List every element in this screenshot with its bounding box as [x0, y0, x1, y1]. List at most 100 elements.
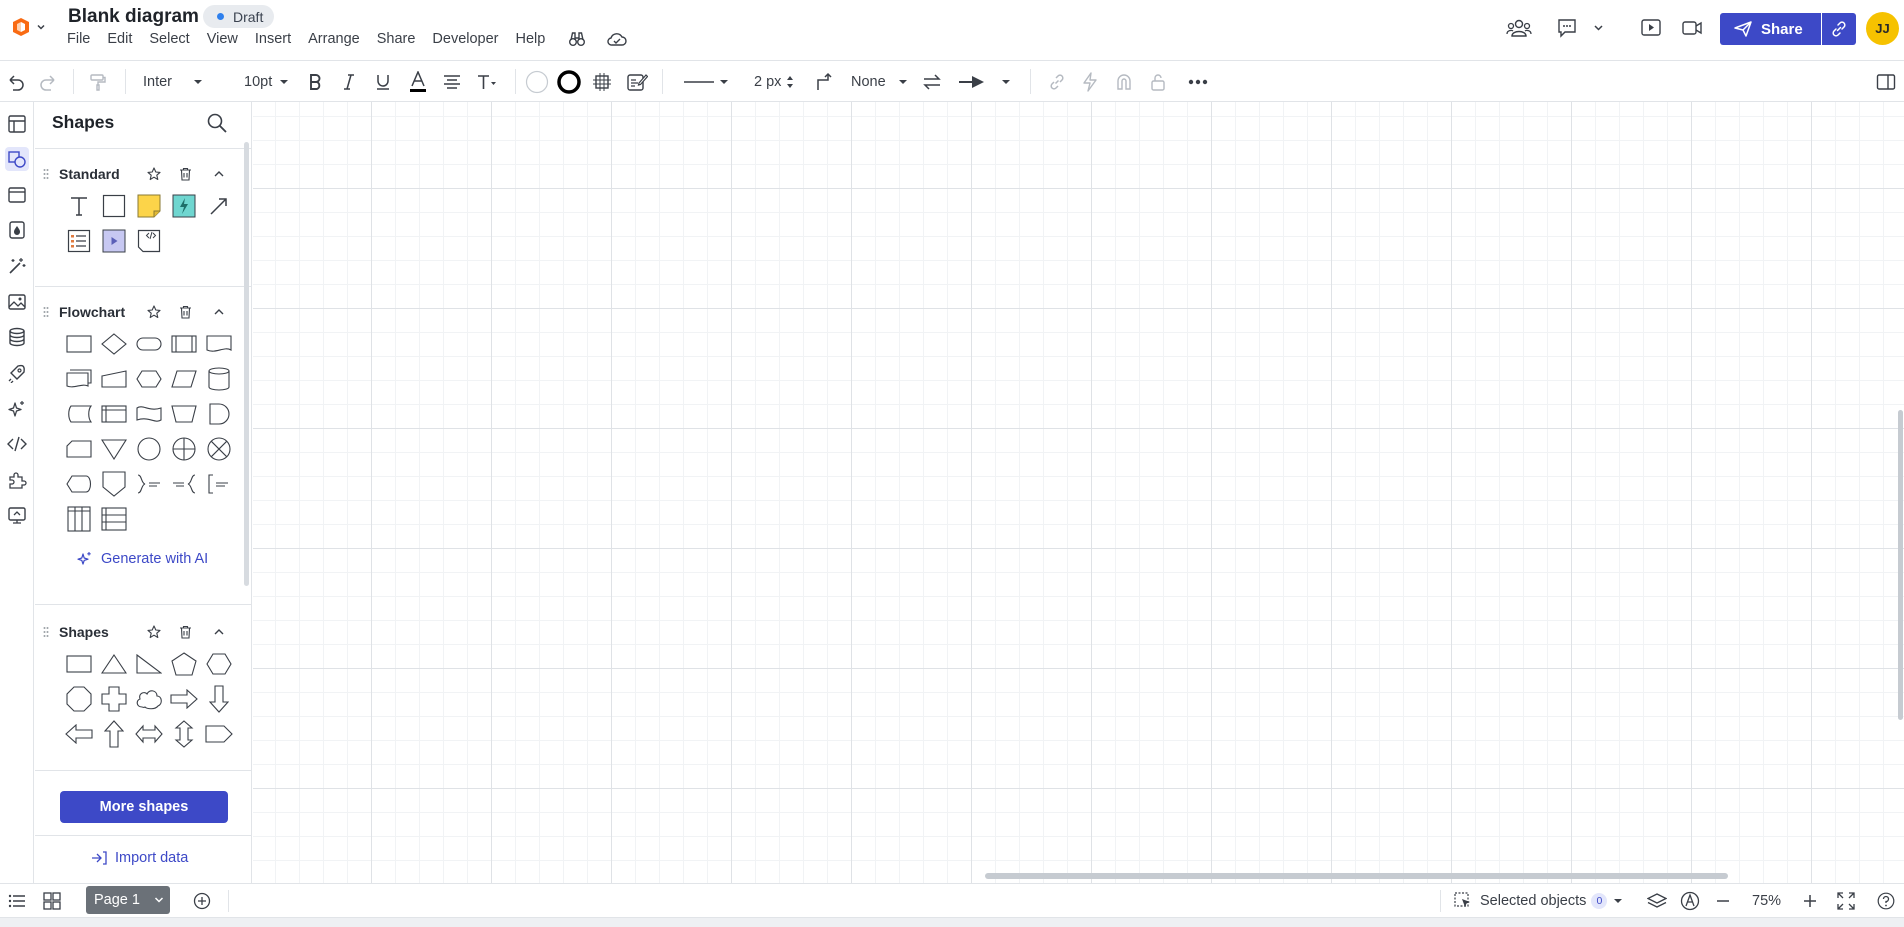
rail-magic-button[interactable] — [5, 254, 29, 278]
drag-handle-icon[interactable] — [43, 626, 49, 638]
menu-developer[interactable]: Developer — [432, 31, 498, 47]
rail-code-button[interactable] — [5, 432, 29, 456]
pentagon-shape[interactable] — [166, 646, 201, 681]
menu-arrange[interactable]: Arrange — [308, 31, 360, 47]
stored-data-shape[interactable] — [61, 396, 96, 431]
card-shape[interactable] — [61, 431, 96, 466]
present-icon[interactable] — [1640, 17, 1662, 39]
predefined-process-shape[interactable] — [166, 326, 201, 361]
triangle-shape[interactable] — [96, 646, 131, 681]
text-shape[interactable] — [61, 188, 96, 223]
shape-options-button[interactable] — [592, 61, 612, 102]
redo-button[interactable] — [38, 61, 58, 102]
swimlane-vertical-shape[interactable] — [61, 501, 96, 536]
embed-shape[interactable] — [131, 223, 166, 258]
diagram-canvas[interactable] — [253, 102, 1904, 883]
rail-templates-button[interactable] — [5, 112, 29, 136]
off-page-link-shape[interactable] — [96, 466, 131, 501]
document-title[interactable]: Blank diagram — [68, 6, 199, 28]
zoom-in-button[interactable] — [1803, 884, 1817, 917]
user-avatar[interactable]: JJ — [1866, 12, 1899, 45]
menu-insert[interactable]: Insert — [255, 31, 291, 47]
brace-note-right-shape[interactable] — [131, 466, 166, 501]
underline-button[interactable] — [375, 61, 391, 102]
rail-shapes-button[interactable] — [5, 147, 29, 171]
rail-fill-button[interactable] — [5, 218, 29, 242]
import-data-button[interactable]: Import data — [91, 850, 188, 866]
toggle-right-panel-button[interactable] — [1876, 61, 1896, 102]
fill-color-button[interactable] — [525, 61, 549, 102]
selected-objects-control[interactable]: Selected objects 0 — [1454, 884, 1623, 917]
swap-line-ends-button[interactable] — [922, 61, 942, 102]
line-style-select[interactable] — [684, 61, 730, 102]
trash-icon[interactable] — [179, 305, 192, 319]
rail-frames-button[interactable] — [5, 183, 29, 207]
chevron-down-icon[interactable] — [154, 896, 164, 904]
share-button[interactable]: Share — [1720, 13, 1821, 45]
line-arrow-shape[interactable] — [201, 188, 236, 223]
process-shape[interactable] — [61, 326, 96, 361]
summing-junction-shape[interactable] — [201, 431, 236, 466]
page-grid-button[interactable] — [43, 884, 61, 917]
star-icon[interactable] — [147, 305, 161, 319]
comments-icon[interactable] — [1556, 17, 1578, 39]
drag-handle-icon[interactable] — [43, 168, 49, 180]
rail-ai-button[interactable] — [5, 397, 29, 421]
chevron-up-icon[interactable] — [213, 627, 225, 637]
right-triangle-shape[interactable] — [131, 646, 166, 681]
left-right-arrow-shape[interactable] — [131, 716, 166, 751]
line-width-stepper[interactable]: 2 px — [754, 61, 794, 102]
page-tab[interactable]: Page 1 — [86, 886, 170, 914]
menu-file[interactable]: File — [67, 31, 90, 47]
swimlane-horizontal-shape[interactable] — [96, 501, 131, 536]
search-icon[interactable] — [206, 112, 228, 134]
more-shapes-button[interactable]: More shapes — [60, 791, 228, 823]
down-arrow-shape[interactable] — [201, 681, 236, 716]
font-family-select[interactable]: Inter — [143, 61, 203, 102]
bracket-note-shape[interactable] — [201, 466, 236, 501]
star-icon[interactable] — [147, 167, 161, 181]
menu-help[interactable]: Help — [516, 31, 546, 47]
preparation-shape[interactable] — [131, 361, 166, 396]
undo-button[interactable] — [6, 61, 26, 102]
connector-style-button[interactable] — [814, 61, 834, 102]
magnet-button[interactable] — [1115, 61, 1133, 102]
menu-edit[interactable]: Edit — [107, 31, 132, 47]
style-panel-button[interactable] — [626, 61, 648, 102]
internal-storage-shape[interactable] — [96, 396, 131, 431]
rail-integrations-button[interactable] — [5, 468, 29, 492]
zoom-level[interactable]: 75% — [1752, 884, 1781, 917]
binoculars-icon[interactable] — [568, 30, 586, 48]
brace-note-left-shape[interactable] — [166, 466, 201, 501]
menu-share[interactable]: Share — [377, 31, 416, 47]
section-header-flowchart[interactable]: Flowchart — [43, 302, 243, 322]
line-start-select[interactable]: None — [851, 61, 911, 102]
database-shape[interactable] — [201, 361, 236, 396]
star-icon[interactable] — [147, 625, 161, 639]
help-button[interactable] — [1877, 884, 1895, 917]
decision-shape[interactable] — [96, 326, 131, 361]
list-shape[interactable] — [61, 223, 96, 258]
italic-button[interactable] — [342, 61, 356, 102]
manual-input-shape[interactable] — [96, 361, 131, 396]
display-shape[interactable] — [61, 466, 96, 501]
layers-button[interactable] — [1647, 884, 1667, 917]
hexagon-shape[interactable] — [201, 646, 236, 681]
zoom-out-button[interactable] — [1716, 884, 1730, 917]
generate-with-ai-button[interactable]: Generate with AI — [77, 551, 208, 567]
fit-to-screen-button[interactable] — [1837, 884, 1855, 917]
draft-status-badge[interactable]: Draft — [203, 5, 275, 28]
delay-shape[interactable] — [201, 396, 236, 431]
connector-shape[interactable] — [131, 431, 166, 466]
actions-button[interactable] — [1082, 61, 1098, 102]
cloud-shape[interactable] — [131, 681, 166, 716]
more-options-button[interactable] — [1188, 61, 1208, 102]
canvas-horizontal-scrollbar[interactable] — [985, 873, 1728, 879]
rectangle-shape[interactable] — [96, 188, 131, 223]
rail-data-button[interactable] — [5, 325, 29, 349]
action-block-shape[interactable] — [166, 188, 201, 223]
line-end-select[interactable] — [958, 61, 1010, 102]
left-arrow-shape[interactable] — [61, 716, 96, 751]
chevron-up-icon[interactable] — [213, 307, 225, 317]
page-list-button[interactable] — [8, 884, 26, 917]
